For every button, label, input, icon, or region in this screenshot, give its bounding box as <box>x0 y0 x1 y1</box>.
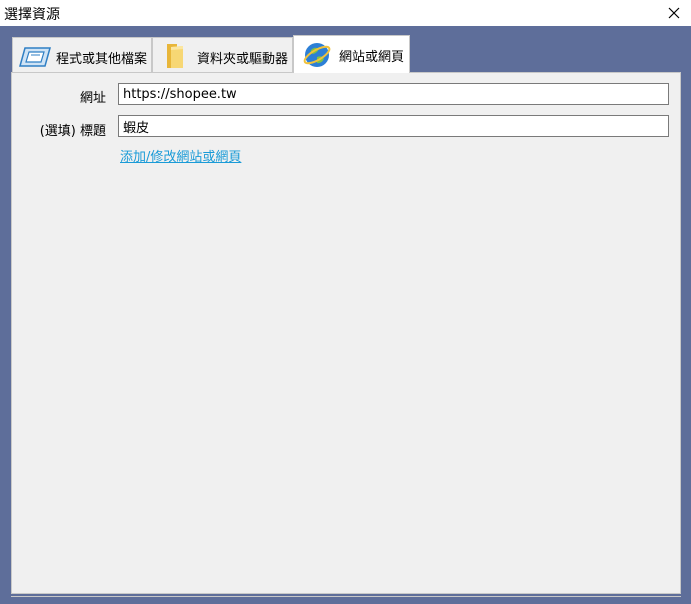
close-icon <box>668 7 680 19</box>
tab-label: 網站或網頁 <box>339 50 405 65</box>
close-button[interactable] <box>657 0 691 26</box>
tab-label: 資料夾或驅動器 <box>197 52 289 67</box>
tab-label: 程式或其他檔案 <box>56 52 148 67</box>
tab-programs[interactable]: 程式或其他檔案 <box>12 37 152 73</box>
window-title: 選擇資源 <box>4 7 60 23</box>
tab-strip: 程式或其他檔案 資料夾或驅動器 網站或網頁 <box>12 35 682 73</box>
tab-websites[interactable]: 網站或網頁 <box>293 35 410 73</box>
url-label: 網址 <box>79 91 106 106</box>
title-bar: 選擇資源 <box>0 0 691 26</box>
divider <box>11 596 681 597</box>
tab-panel: 網址 (選填) 標題 添加/修改網站或網頁 <box>11 72 681 594</box>
url-input[interactable] <box>118 83 669 105</box>
title-input[interactable] <box>118 115 669 137</box>
application-icon <box>19 46 51 72</box>
add-modify-website-link[interactable]: 添加/修改網站或網頁 <box>120 146 241 165</box>
folder-icon <box>165 43 185 73</box>
globe-icon <box>302 40 332 74</box>
tab-folders[interactable]: 資料夾或驅動器 <box>152 37 293 73</box>
title-label: (選填) 標題 <box>39 124 106 139</box>
